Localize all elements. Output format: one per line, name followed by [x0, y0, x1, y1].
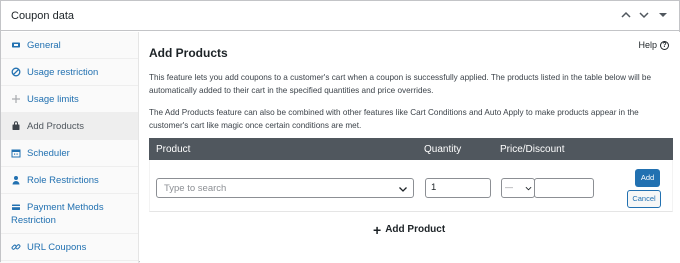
block-icon [11, 67, 21, 77]
sidebar-item-add-products[interactable]: Add Products [1, 113, 138, 140]
move-up-icon[interactable] [619, 9, 633, 23]
section-title: Add Products [149, 46, 228, 60]
plus-icon: + [373, 221, 382, 238]
user-icon [11, 175, 21, 185]
sidebar-item-usage-restriction[interactable]: Usage restriction [1, 59, 138, 86]
discount-type-value: — [505, 183, 513, 192]
product-search-placeholder: Type to search [164, 183, 227, 194]
panel-title: Coupon data [11, 10, 74, 22]
cancel-button[interactable]: Cancel [627, 190, 661, 208]
help-icon: ? [660, 40, 669, 50]
calendar-icon [11, 148, 21, 158]
sidebar-item-url-coupons[interactable]: URL Coupons [1, 234, 138, 261]
sidebar-item-label: General [27, 40, 61, 51]
sidebar-item-scheduler[interactable]: Scheduler [1, 140, 138, 167]
help-link[interactable]: Help ? [638, 40, 669, 50]
chevron-down-icon [398, 184, 408, 194]
help-label: Help [638, 40, 657, 50]
sidebar-item-role-restrictions[interactable]: Role Restrictions [1, 167, 138, 194]
sidebar-item-label: Scheduler [27, 148, 70, 159]
sidebar-item-label: Role Restrictions [27, 175, 99, 186]
price-discount-input[interactable] [534, 178, 594, 198]
quantity-input[interactable]: 1 [425, 178, 491, 198]
panel-header: Coupon data [1, 1, 679, 31]
plus-cross-icon [11, 94, 21, 104]
discount-type-select[interactable]: — [501, 178, 535, 198]
shopping-bag-icon [11, 121, 21, 131]
sidebar-item-general[interactable]: General [1, 32, 138, 59]
products-table-header: Product Quantity Price/Discount [149, 138, 673, 160]
feature-combination-note: The Add Products feature can also be com… [149, 108, 639, 130]
sidebar-item-label: Usage limits [27, 94, 79, 105]
sidebar-item-label: Add Products [27, 121, 85, 132]
add-product-label: Add Product [385, 224, 446, 235]
column-header-price-discount: Price/Discount [500, 144, 565, 155]
add-products-panel: Add Products Help ? This feature lets yo… [140, 32, 680, 263]
sidebar-item-label-continued: Restriction [11, 215, 56, 226]
feature-description: This feature lets you add coupons to a c… [149, 73, 652, 95]
sidebar-item-payment-methods-restriction[interactable]: Payment Methods Restriction [1, 194, 138, 234]
toggle-panel-icon[interactable] [656, 9, 670, 23]
add-product-button[interactable]: + Add Product [373, 221, 446, 238]
coupon-data-panel: Coupon data General Usage restriction Us… [0, 0, 680, 263]
sidebar-item-label: URL Coupons [27, 242, 87, 253]
column-header-quantity: Quantity [424, 144, 462, 155]
coupon-tabs-sidebar: General Usage restriction Usage limits A… [1, 32, 139, 263]
sidebar-item-label: Usage restriction [27, 67, 99, 78]
add-button[interactable]: Add [635, 169, 660, 187]
product-search-select[interactable]: Type to search [156, 178, 414, 198]
link-icon [11, 242, 21, 252]
chevron-down-icon [525, 185, 532, 192]
table-row: Type to search 1 — Add Cancel [149, 160, 673, 212]
column-header-product: Product [156, 144, 191, 155]
move-down-icon[interactable] [637, 9, 651, 23]
sidebar-item-usage-limits[interactable]: Usage limits [1, 86, 138, 113]
payment-icon [11, 202, 21, 212]
ticket-icon [11, 40, 21, 50]
sidebar-item-label: Payment Methods [27, 202, 104, 213]
